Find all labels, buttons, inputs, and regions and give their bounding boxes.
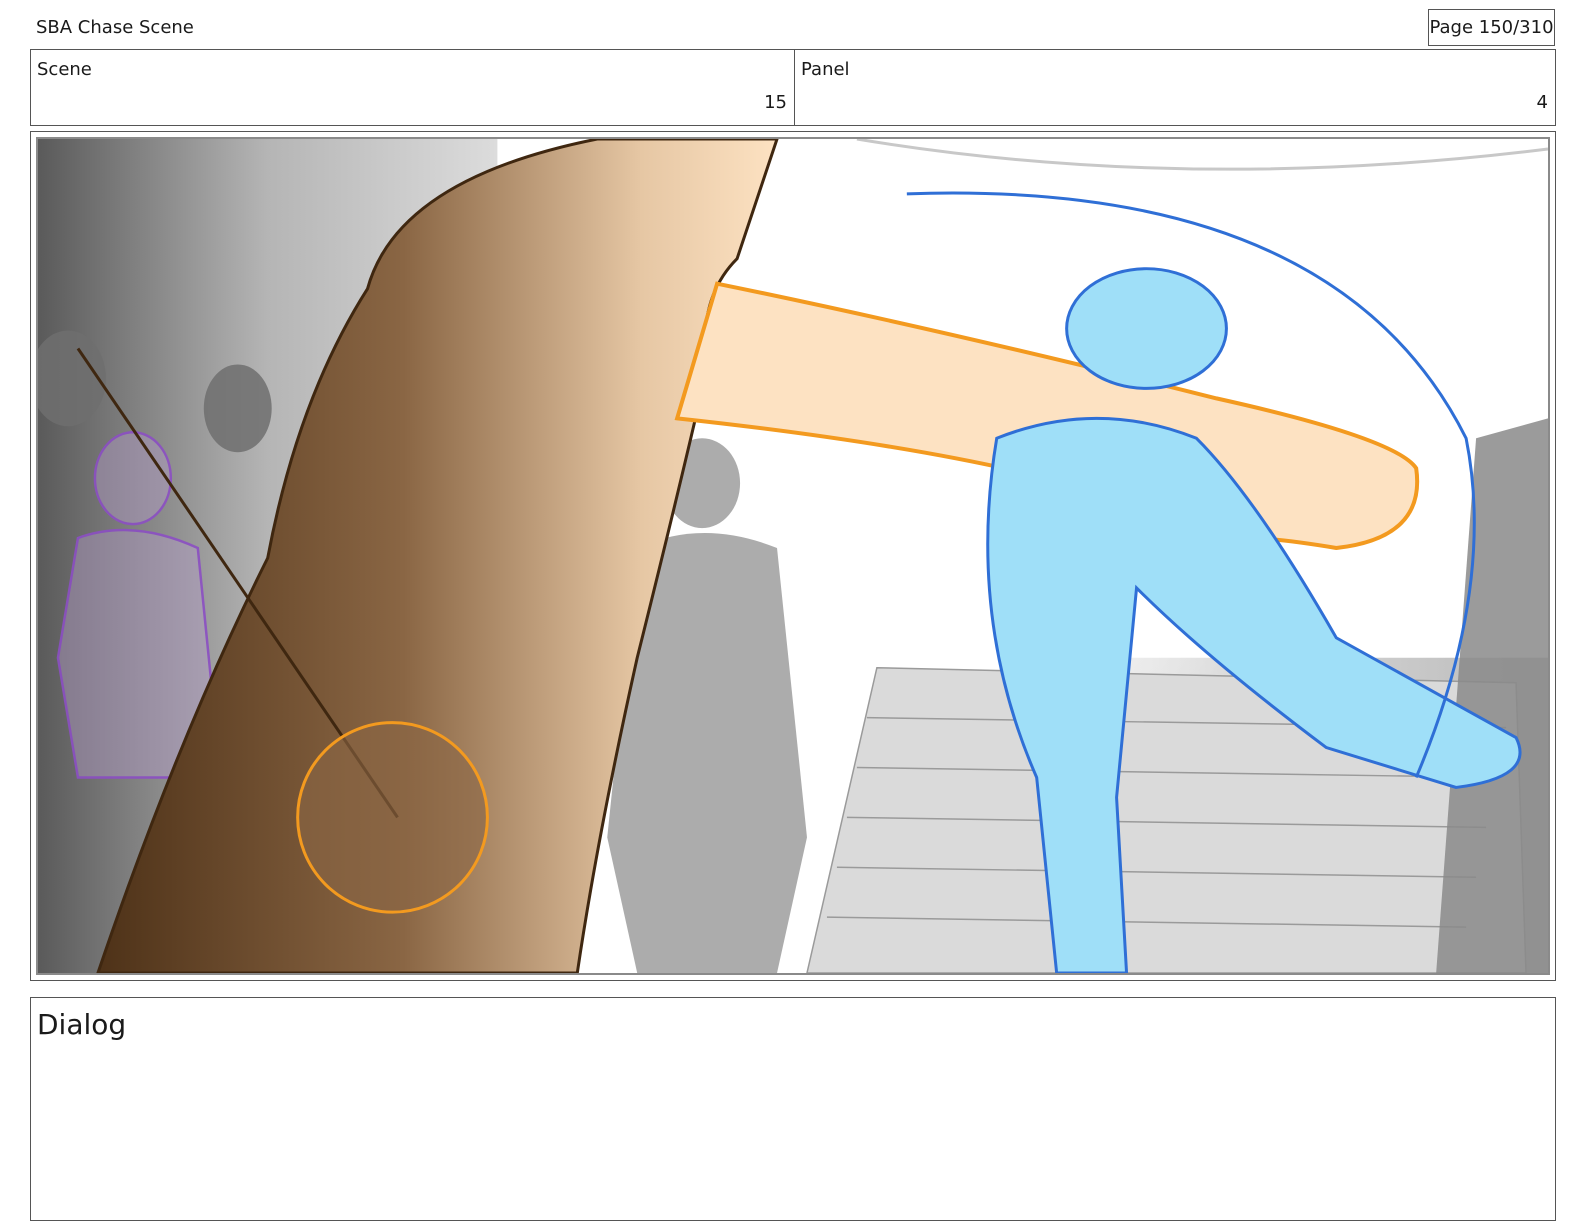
panel-label: Panel bbox=[801, 59, 850, 80]
scene-cell: Scene 15 bbox=[31, 50, 795, 125]
storyboard-image bbox=[36, 137, 1550, 975]
scene-number: 15 bbox=[764, 92, 787, 113]
page-number: Page 150/310 bbox=[1428, 9, 1555, 46]
dialog-box: Dialog bbox=[30, 997, 1556, 1221]
panel-cell: Panel 4 bbox=[795, 50, 1555, 125]
document-title: SBA Chase Scene bbox=[36, 17, 194, 38]
scene-panel-info: Scene 15 Panel 4 bbox=[30, 49, 1556, 126]
panel-number: 4 bbox=[1536, 92, 1548, 113]
scene-label: Scene bbox=[37, 59, 92, 80]
storyboard-frame bbox=[30, 131, 1556, 981]
dialog-label: Dialog bbox=[37, 1008, 127, 1041]
storyboard-sketch bbox=[38, 139, 1548, 973]
